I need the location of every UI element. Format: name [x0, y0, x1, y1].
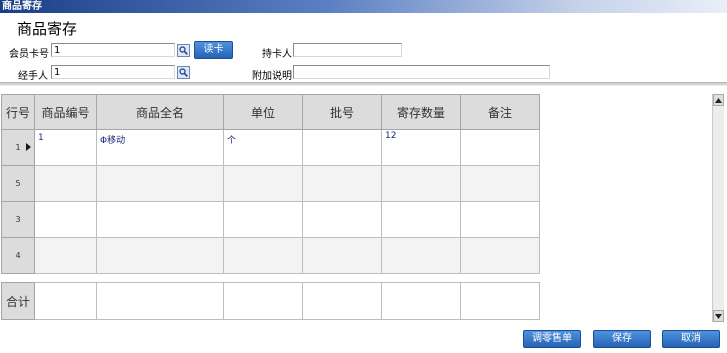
table-row[interactable]: 4	[1, 237, 540, 274]
cell-batch[interactable]	[302, 237, 382, 274]
cell-unit[interactable]	[223, 237, 303, 274]
cell-name[interactable]	[96, 237, 224, 274]
page-title: 商品寄存	[17, 20, 78, 38]
cell-qty[interactable]	[381, 165, 461, 202]
cell-batch-value	[303, 130, 381, 133]
cell-unit[interactable]: 个	[223, 129, 303, 166]
cell-note-value	[461, 130, 539, 133]
cell-unit[interactable]	[223, 165, 303, 202]
card-holder-input[interactable]	[293, 43, 402, 57]
table-header-row: 行号 商品编号 商品全名 单位 批号 寄存数量 备注	[1, 94, 540, 130]
cell-code[interactable]	[34, 165, 97, 202]
row-number-cell[interactable]: 1	[1, 129, 35, 166]
member-card-input[interactable]: 1	[51, 43, 175, 57]
member-card-lookup-icon[interactable]	[177, 44, 190, 57]
row-number: 5	[15, 179, 21, 188]
goods-table: 行号 商品编号 商品全名 单位 批号 寄存数量 备注 1 1 Φ移动 个 12 …	[1, 94, 540, 274]
cell-code-value: 1	[38, 133, 44, 143]
card-holder-label: 持卡人	[262, 49, 292, 60]
cell-qty[interactable]	[381, 237, 461, 274]
cell-name[interactable]: Φ移动	[96, 129, 224, 166]
total-cell	[34, 282, 97, 320]
total-cell	[302, 282, 382, 320]
cell-qty-value: 12	[385, 131, 397, 141]
total-row: 合计	[1, 282, 540, 320]
cell-note[interactable]	[460, 201, 540, 238]
scroll-up-icon[interactable]	[713, 94, 724, 106]
cell-code[interactable]	[34, 237, 97, 274]
save-button[interactable]: 保存	[593, 330, 651, 348]
form-divider	[0, 82, 727, 86]
handler-lookup-icon[interactable]	[177, 66, 190, 79]
remark-input[interactable]	[293, 65, 550, 79]
cell-batch[interactable]	[302, 165, 382, 202]
col-header-batch[interactable]: 批号	[302, 94, 382, 130]
table-row[interactable]: 3	[1, 201, 540, 238]
col-header-qty[interactable]: 寄存数量	[381, 94, 461, 130]
goods-grid: 行号 商品编号 商品全名 单位 批号 寄存数量 备注 1 1 Φ移动 个 12 …	[1, 94, 711, 322]
total-cell	[223, 282, 303, 320]
row-number-cell[interactable]: 3	[1, 201, 35, 238]
remark-label: 附加说明	[252, 71, 292, 82]
member-card-label: 会员卡号	[9, 49, 49, 60]
scroll-down-icon[interactable]	[713, 310, 724, 322]
cell-note[interactable]	[460, 237, 540, 274]
cell-name[interactable]	[96, 165, 224, 202]
cell-code[interactable]: 1	[34, 129, 97, 166]
total-cell	[381, 282, 461, 320]
row-number: 4	[15, 251, 21, 260]
cell-unit-value: 个	[227, 136, 237, 146]
cell-batch[interactable]	[302, 201, 382, 238]
cell-qty[interactable]: 12	[381, 129, 461, 166]
read-card-button[interactable]: 读卡	[194, 41, 233, 59]
row-number-cell[interactable]: 5	[1, 165, 35, 202]
total-cell	[460, 282, 540, 320]
total-table: 合计	[1, 282, 540, 320]
table-row[interactable]: 1 1 Φ移动 个 12	[1, 129, 540, 166]
cell-batch[interactable]	[302, 129, 382, 166]
cell-unit[interactable]	[223, 201, 303, 238]
grid-vertical-scrollbar[interactable]	[712, 94, 724, 322]
col-header-unit[interactable]: 单位	[223, 94, 303, 130]
row-pointer-icon	[26, 143, 31, 151]
col-header-note[interactable]: 备注	[460, 94, 540, 130]
total-cell	[96, 282, 224, 320]
cell-code[interactable]	[34, 201, 97, 238]
handler-label: 经手人	[18, 71, 48, 82]
cell-name-value: Φ移动	[100, 136, 126, 146]
table-row[interactable]: 5	[1, 165, 540, 202]
total-label: 合计	[1, 282, 35, 320]
col-header-row-no[interactable]: 行号	[1, 94, 35, 130]
cancel-button[interactable]: 取消	[662, 330, 720, 348]
cell-name[interactable]	[96, 201, 224, 238]
col-header-name[interactable]: 商品全名	[96, 94, 224, 130]
window-title-bar: 商品寄存	[0, 0, 727, 13]
cell-qty[interactable]	[381, 201, 461, 238]
handler-input[interactable]: 1	[51, 65, 175, 79]
row-number: 3	[15, 215, 21, 224]
row-number: 1	[15, 143, 21, 152]
load-retail-doc-button[interactable]: 调零售单	[523, 330, 581, 348]
cell-note[interactable]	[460, 165, 540, 202]
row-number-cell[interactable]: 4	[1, 237, 35, 274]
window-title: 商品寄存	[2, 1, 42, 12]
col-header-code[interactable]: 商品编号	[34, 94, 97, 130]
cell-note[interactable]	[460, 129, 540, 166]
